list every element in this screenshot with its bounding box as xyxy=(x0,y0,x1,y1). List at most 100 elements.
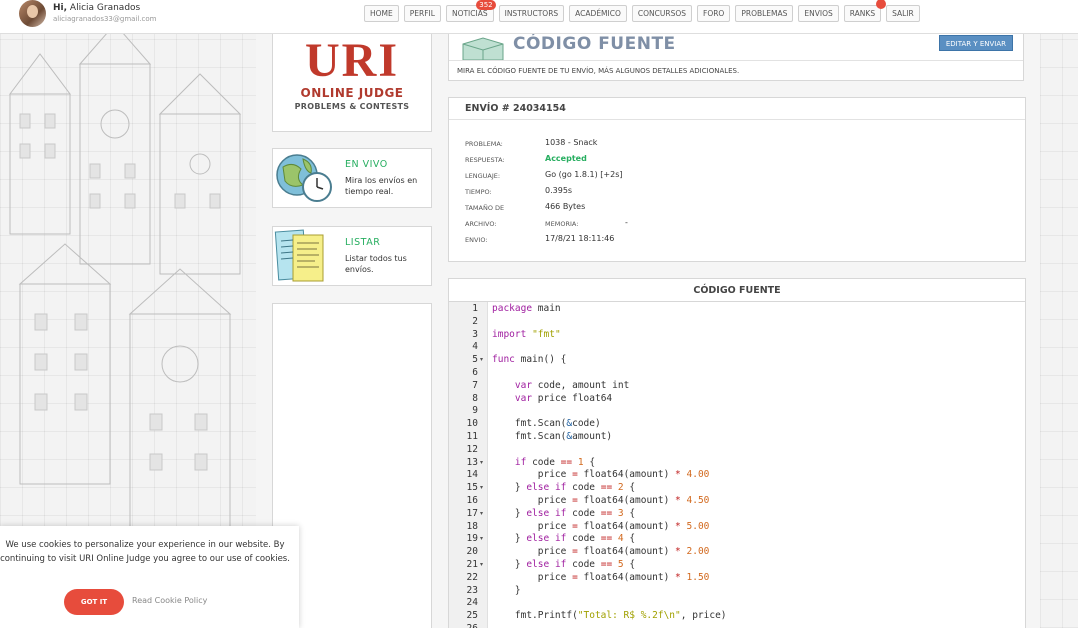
cookie-accept-button[interactable]: GOT IT xyxy=(64,589,124,615)
list-card-title: LISTAR xyxy=(345,237,381,248)
nav-academico-label: ACADÉMICO xyxy=(575,9,621,18)
page-description: MIRA EL CÓDIGO FUENTE DE TU ENVÍO, MÁS A… xyxy=(449,60,1023,81)
code-line: } else if code == 4 { xyxy=(488,533,1025,546)
cookie-policy-link[interactable]: Read Cookie Policy xyxy=(132,596,207,605)
line-number: 2 xyxy=(472,315,478,327)
submission-title: ENVÍO # 24034154 xyxy=(449,98,1025,120)
line-number: 23 xyxy=(466,584,478,596)
code-line-text: import "fmt" xyxy=(492,328,561,340)
nav-home[interactable]: HOME xyxy=(364,5,399,22)
code-line: price = float64(amount) * 2.00 xyxy=(488,546,1025,559)
line-number: 11 xyxy=(466,431,478,442)
globe-clock-icon xyxy=(276,154,332,202)
code-line: } else if code == 2 { xyxy=(488,482,1025,495)
background-illustration-right xyxy=(1040,34,1078,628)
info-row-time: TIEMPO: 0.395s xyxy=(465,186,1025,200)
line-number: 4 xyxy=(472,341,478,353)
date-label: ENVIO: xyxy=(465,236,488,244)
line-number: 7 xyxy=(472,379,478,391)
code-line: if code == 1 { xyxy=(488,457,1025,470)
code-editor[interactable]: package main import "fmt" func main() { va… xyxy=(488,302,1025,628)
nav-problemas-label: PROBLEMAS xyxy=(741,9,788,18)
code-line: } else if code == 3 { xyxy=(488,508,1025,521)
nav-noticias-label: NOTICIAS xyxy=(451,9,488,18)
code-line-text: } else if code == 5 { xyxy=(492,559,636,570)
source-code-title: CÓDIGO FUENTE xyxy=(449,279,1025,302)
size-label-line2: ARCHIVO: xyxy=(465,220,497,228)
user-email: aliciagranados33@gmail.com xyxy=(53,15,157,23)
info-row-memory: ARCHIVO: MEMORIA: - xyxy=(465,218,1025,232)
fold-arrow-icon[interactable]: ▾ xyxy=(480,533,483,546)
fold-arrow-icon[interactable]: ▾ xyxy=(480,508,483,521)
line-number: 17 xyxy=(466,507,478,519)
cookie-banner: We use cookies to personalize your exper… xyxy=(0,526,299,628)
user-name[interactable]: Alicia Granados xyxy=(70,3,140,13)
line-number: 12 xyxy=(466,443,478,455)
code-line: package main xyxy=(488,303,1025,316)
problem-value[interactable]: 1038 - Snack xyxy=(545,138,597,147)
avatar[interactable] xyxy=(19,0,46,27)
box-icon xyxy=(462,37,504,60)
main-nav: HOME PERFIL NOTICIAS 352 INSTRUCTORS ACAD… xyxy=(364,0,920,22)
nav-instructors[interactable]: INSTRUCTORS xyxy=(498,5,565,22)
fold-arrow-icon[interactable]: ▾ xyxy=(480,354,483,367)
list-card[interactable]: LISTAR Listar todos tus envíos. xyxy=(272,226,432,286)
nav-ranks[interactable]: RANKS xyxy=(843,0,887,22)
code-header-panel: CÓDIGO FUENTE EDITAR Y ENVIAR MIRA EL CÓ… xyxy=(448,34,1024,81)
line-number: 13 xyxy=(466,456,478,468)
line-number: 24 xyxy=(466,597,478,609)
live-card[interactable]: EN VIVO Mira los envíos en tiempo real. xyxy=(272,148,432,208)
nav-academico[interactable]: ACADÉMICO xyxy=(569,5,627,22)
nav-noticias[interactable]: NOTICIAS 352 xyxy=(445,0,496,22)
line-number: 6 xyxy=(472,367,478,378)
code-line: } else if code == 5 { xyxy=(488,559,1025,572)
code-line: var code, amount int xyxy=(488,380,1025,393)
memory-label: MEMORIA: xyxy=(545,220,579,228)
language-value: Go (go 1.8.1) [+2s] xyxy=(545,170,623,179)
nav-concursos-label: CONCURSOS xyxy=(637,9,686,18)
info-row-answer: RESPUESTA: Accepted xyxy=(465,154,1025,168)
documents-icon xyxy=(274,229,324,282)
code-line: price = float64(amount) * 4.50 xyxy=(488,495,1025,508)
nav-concursos[interactable]: CONCURSOS xyxy=(631,5,692,22)
live-card-title: EN VIVO xyxy=(345,159,388,170)
line-number: 16 xyxy=(466,495,478,506)
line-number: 10 xyxy=(466,418,478,430)
line-number: 20 xyxy=(466,546,478,558)
line-number: 26 xyxy=(449,623,478,628)
nav-home-label: HOME xyxy=(370,9,393,18)
code-line-text: var code, amount int xyxy=(514,379,630,391)
nav-problemas[interactable]: PROBLEMAS xyxy=(735,5,794,22)
fold-arrow-icon[interactable]: ▾ xyxy=(480,457,483,470)
list-card-desc: Listar todos tus envíos. xyxy=(345,254,407,274)
code-line-text: if code == 1 { xyxy=(514,456,596,468)
nav-salir[interactable]: SALIR xyxy=(886,5,920,22)
line-number: 15 xyxy=(466,482,478,494)
nav-foro-label: FORO xyxy=(703,9,725,18)
edit-and-submit-button[interactable]: EDITAR Y ENVIAR xyxy=(938,35,1013,51)
nav-envios[interactable]: ENVIOS xyxy=(798,5,839,22)
code-line-text: func main() { xyxy=(492,354,567,366)
nav-perfil[interactable]: PERFIL xyxy=(403,5,441,22)
logo-problems-contests: PROBLEMS & CONTESTS xyxy=(294,102,410,111)
nav-instructors-label: INSTRUCTORS xyxy=(504,9,559,18)
user-greeting: Hi, Alicia Granados xyxy=(53,3,140,13)
line-number: 8 xyxy=(472,392,478,404)
uri-logo[interactable]: URI ONLINE JUDGE PROBLEMS & CONTESTS xyxy=(272,34,432,132)
code-line-text: package main xyxy=(492,303,561,314)
fold-arrow-icon[interactable]: ▾ xyxy=(480,482,483,495)
code-line-text: price = float64(amount) * 1.50 xyxy=(492,571,710,583)
language-label: LENGUAJE: xyxy=(465,172,501,180)
nav-foro[interactable]: FORO xyxy=(697,5,731,22)
code-line-text: price = float64(amount) * 4.50 xyxy=(492,495,710,506)
code-line: import "fmt" xyxy=(488,329,1025,342)
line-number: 5 xyxy=(472,354,478,366)
code-line-text: fmt.Printf("Total: R$ %.2f\n", price) xyxy=(492,610,727,622)
fold-arrow-icon[interactable]: ▾ xyxy=(480,559,483,572)
line-number: 19 xyxy=(466,533,478,545)
code-line: fmt.Printf("Total: R$ %.2f\n", price) xyxy=(488,610,1025,623)
